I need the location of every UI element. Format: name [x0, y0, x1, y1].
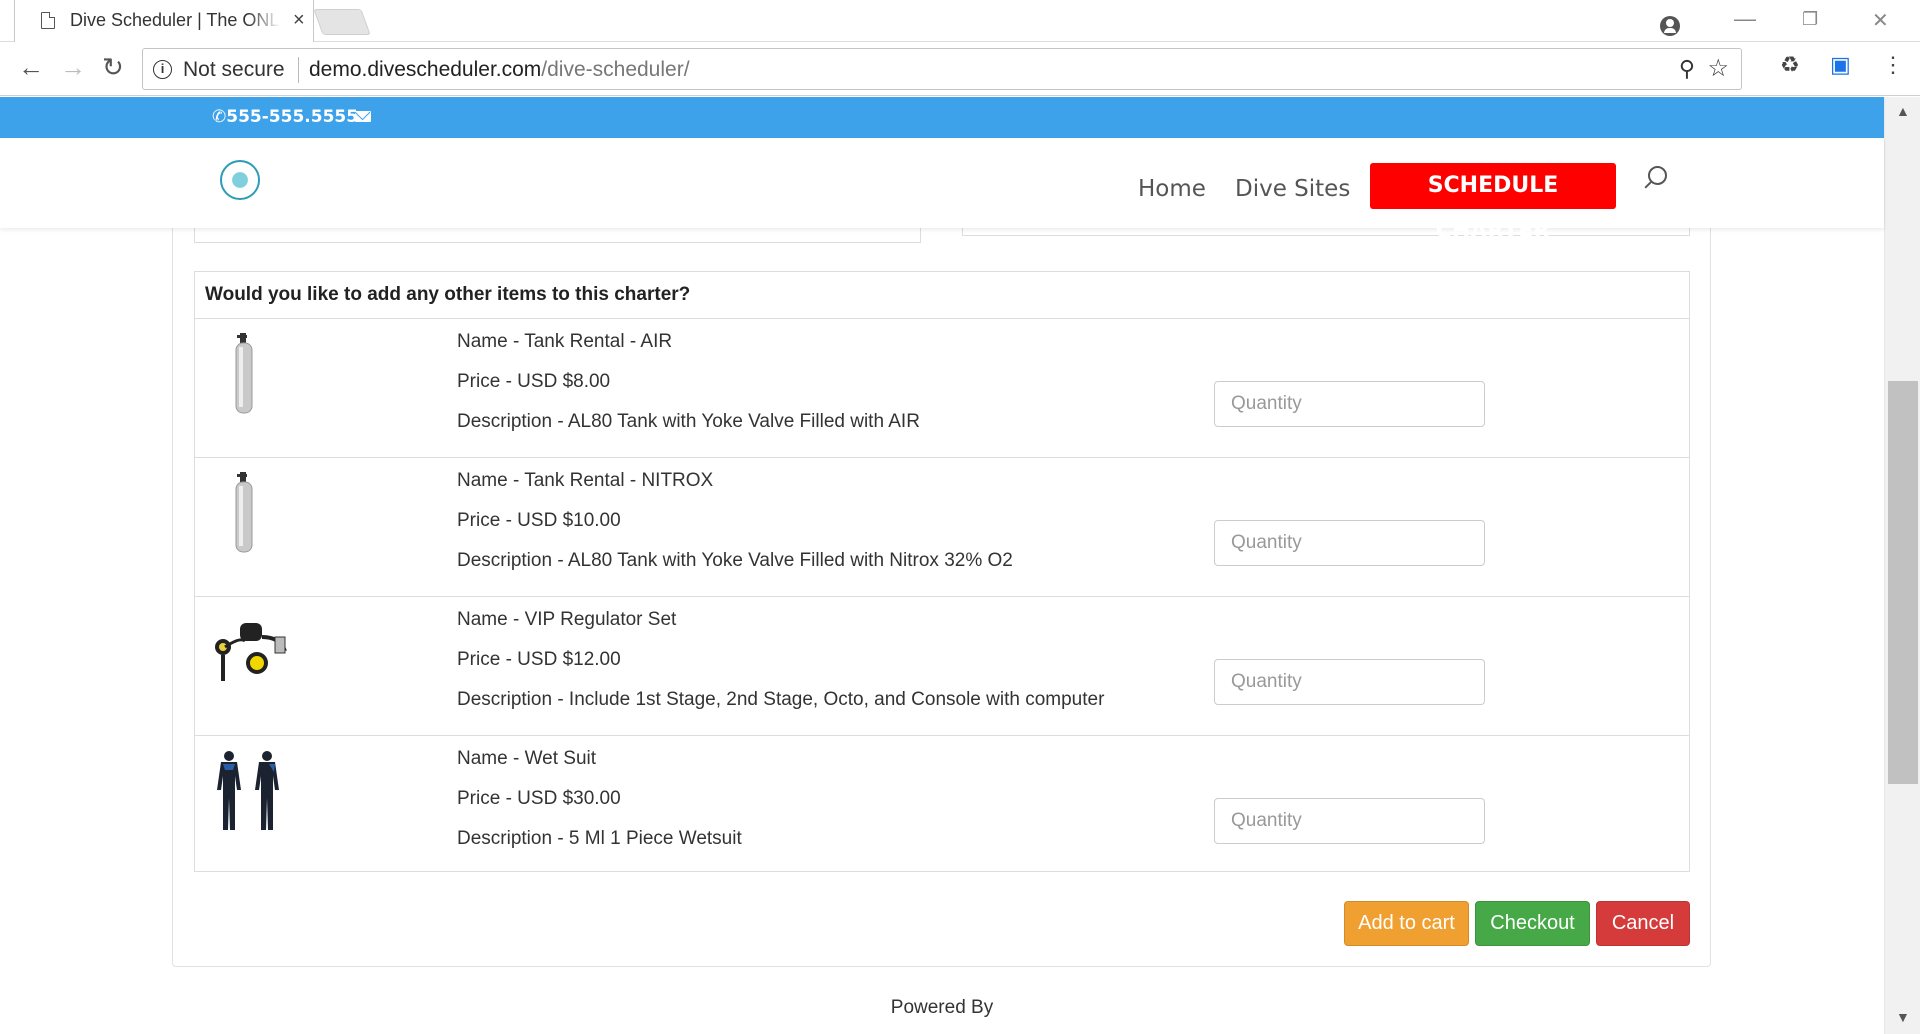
forward-icon[interactable]: →: [60, 52, 86, 83]
url-domain: demo.divescheduler.com: [309, 58, 542, 81]
scroll-down-icon[interactable]: ▼: [1896, 1009, 1910, 1025]
info-icon[interactable]: i: [153, 60, 172, 79]
new-tab-button[interactable]: [313, 9, 371, 35]
page-icon: [41, 12, 55, 29]
addon-details: Name - Wet Suit Price - USD $30.00 Descr…: [457, 748, 742, 868]
browser-toolbar: ← → ↻ i Not secure demo.divescheduler.co…: [0, 42, 1920, 96]
quantity-input[interactable]: [1214, 798, 1485, 844]
addon-row: Name - Wet Suit Price - USD $30.00 Descr…: [195, 736, 1689, 875]
restore-icon[interactable]: ❐: [1802, 9, 1818, 30]
scrollbar-thumb[interactable]: [1888, 381, 1918, 784]
url-path: /dive-scheduler/: [541, 58, 690, 81]
site-logo[interactable]: [220, 160, 260, 200]
browser-tab[interactable]: Dive Scheduler | The ONLINE ×: [14, 0, 314, 42]
page-viewport: ✆555-555.5555 Home Dive Sites SCHEDULE C…: [0, 97, 1920, 1034]
mail-icon[interactable]: [355, 111, 371, 122]
addons-panel: Would you like to add any other items to…: [194, 271, 1690, 872]
addon-row: Name - VIP Regulator Set Price - USD $12…: [195, 597, 1689, 736]
site-header: Home Dive Sites SCHEDULE CHARTER: [0, 138, 1884, 244]
checkout-button[interactable]: Checkout: [1475, 901, 1590, 946]
nitrox-tank-icon: [235, 472, 253, 553]
addon-description: Description - 5 Ml 1 Piece Wetsuit: [457, 828, 742, 849]
cancel-button[interactable]: Cancel: [1596, 901, 1690, 946]
minimize-icon[interactable]: —: [1734, 6, 1756, 32]
quantity-input[interactable]: [1214, 520, 1485, 566]
extension-icon[interactable]: ▣: [1830, 52, 1851, 78]
nav-dive-sites[interactable]: Dive Sites: [1235, 176, 1350, 202]
zoom-icon[interactable]: ⚲: [1679, 56, 1695, 82]
nav-home[interactable]: Home: [1138, 176, 1206, 202]
addon-description: Description - AL80 Tank with Yoke Valve …: [457, 550, 1013, 571]
quantity-input[interactable]: [1214, 381, 1485, 427]
omnibox-divider: [298, 57, 299, 83]
bookmark-star-icon[interactable]: ☆: [1707, 54, 1729, 83]
scroll-up-icon[interactable]: ▲: [1896, 103, 1910, 119]
back-icon[interactable]: ←: [18, 52, 44, 83]
addon-details: Name - VIP Regulator Set Price - USD $12…: [457, 609, 1104, 729]
url-text[interactable]: demo.divescheduler.com/dive-scheduler/: [309, 58, 690, 82]
regulator-icon: [215, 623, 287, 681]
addon-price: Price - USD $8.00: [457, 371, 611, 392]
security-label: Not secure: [183, 58, 285, 81]
addon-price: Price - USD $12.00: [457, 649, 621, 670]
profile-icon[interactable]: [1660, 16, 1680, 36]
menu-kebab-icon[interactable]: ⋮: [1882, 52, 1904, 78]
close-window-icon[interactable]: ✕: [1872, 8, 1889, 33]
tab-title: Dive Scheduler | The ONLINE: [70, 10, 280, 30]
tab-close-icon[interactable]: ×: [293, 9, 305, 32]
addon-details: Name - Tank Rental - NITROX Price - USD …: [457, 470, 1013, 590]
page-scrollbar[interactable]: ▲ ▼: [1884, 97, 1920, 1034]
wetsuit-icon: [217, 751, 279, 830]
addon-name: Name - Wet Suit: [457, 748, 597, 769]
addon-name: Name - Tank Rental - AIR: [457, 331, 673, 352]
nav-schedule-charter[interactable]: SCHEDULE CHARTER: [1370, 163, 1616, 244]
addon-price: Price - USD $30.00: [457, 788, 621, 809]
reload-icon[interactable]: ↻: [102, 52, 124, 83]
extension-recycle-icon[interactable]: ♻: [1780, 52, 1800, 78]
air-tank-icon: [235, 333, 253, 414]
addons-heading: Would you like to add any other items to…: [195, 272, 1689, 319]
addon-details: Name - Tank Rental - AIR Price - USD $8.…: [457, 331, 920, 451]
addon-description: Description - AL80 Tank with Yoke Valve …: [457, 411, 920, 432]
addon-row: Name - Tank Rental - NITROX Price - USD …: [195, 458, 1689, 597]
addon-price: Price - USD $10.00: [457, 510, 621, 531]
addon-name: Name - Tank Rental - NITROX: [457, 470, 714, 491]
addon-description: Description - Include 1st Stage, 2nd Sta…: [457, 689, 1105, 710]
contact-topbar: ✆555-555.5555: [0, 97, 1884, 138]
address-bar[interactable]: i Not secure demo.divescheduler.com/dive…: [142, 48, 1742, 90]
quantity-input[interactable]: [1214, 659, 1485, 705]
phone-link[interactable]: ✆555-555.5555: [212, 107, 358, 127]
browser-tabbar: Dive Scheduler | The ONLINE × — ❐ ✕: [0, 0, 1920, 42]
powered-by-text: Powered By: [890, 997, 994, 1018]
search-icon[interactable]: [1648, 166, 1667, 185]
addon-name: Name - VIP Regulator Set: [457, 609, 677, 630]
add-to-cart-button[interactable]: Add to cart: [1344, 901, 1469, 946]
phone-number: 555-555.5555: [226, 107, 359, 127]
addon-row: Name - Tank Rental - AIR Price - USD $8.…: [195, 319, 1689, 458]
